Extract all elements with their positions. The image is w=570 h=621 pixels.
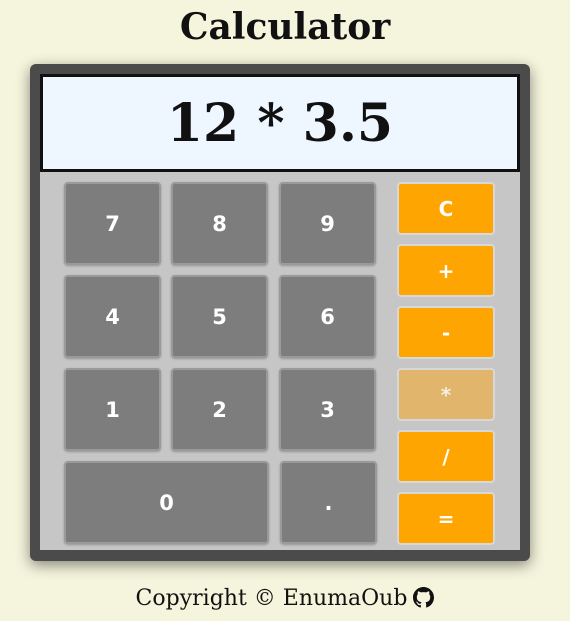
key-5[interactable]: 5 — [171, 275, 268, 358]
key-8[interactable]: 8 — [171, 182, 268, 265]
calculator: 12 * 3.5 7 8 9 4 5 6 1 2 3 0 . C + - * /… — [30, 64, 530, 561]
key-1[interactable]: 1 — [64, 368, 161, 451]
key-equals[interactable]: = — [397, 492, 495, 545]
key-7[interactable]: 7 — [64, 182, 161, 265]
footer: Copyright © EnumaOub — [0, 586, 570, 614]
key-2[interactable]: 2 — [171, 368, 268, 451]
calculator-display: 12 * 3.5 — [40, 74, 520, 172]
key-divide[interactable]: / — [397, 430, 495, 483]
key-multiply[interactable]: * — [397, 368, 495, 421]
key-decimal[interactable]: . — [280, 461, 377, 544]
key-0[interactable]: 0 — [64, 461, 269, 544]
key-clear[interactable]: C — [397, 182, 495, 235]
github-icon[interactable] — [413, 587, 435, 614]
key-3[interactable]: 3 — [279, 368, 376, 451]
keypad: 7 8 9 4 5 6 1 2 3 0 . C + - * / = — [40, 172, 520, 550]
key-plus[interactable]: + — [397, 244, 495, 297]
key-minus[interactable]: - — [397, 306, 495, 359]
key-6[interactable]: 6 — [279, 275, 376, 358]
page-title: Calculator — [179, 6, 391, 48]
key-9[interactable]: 9 — [279, 182, 376, 265]
copyright-text: Copyright © EnumaOub — [135, 586, 408, 611]
key-4[interactable]: 4 — [64, 275, 161, 358]
